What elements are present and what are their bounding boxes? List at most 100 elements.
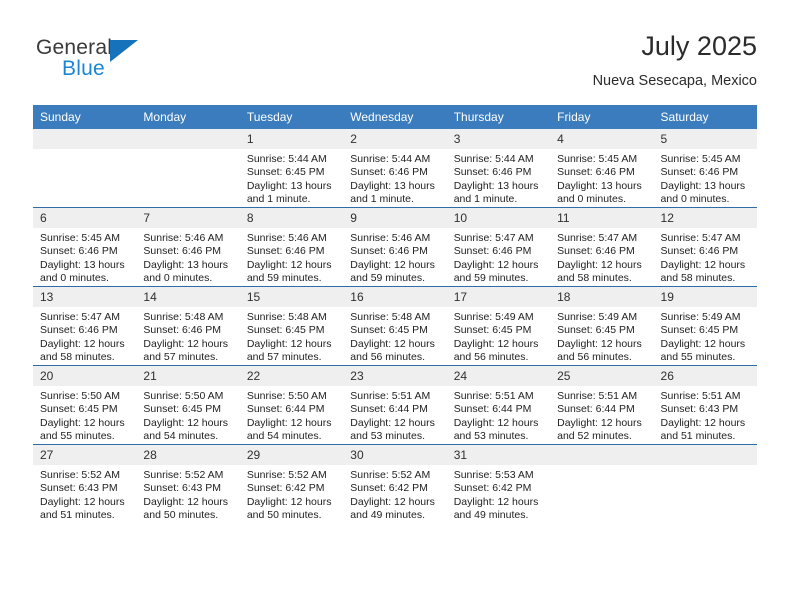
brand-logo[interactable]: General Blue bbox=[36, 36, 236, 84]
day-details: Sunrise: 5:51 AM Sunset: 6:44 PM Daylight:… bbox=[447, 386, 550, 443]
daylight-duration-line1: Daylight: 12 hours bbox=[350, 495, 435, 508]
sunset-time: Sunset: 6:43 PM bbox=[143, 482, 222, 495]
sunset-time: Sunset: 6:46 PM bbox=[350, 245, 428, 258]
day-details: Sunrise: 5:49 AM Sunset: 6:45 PM Daylight:… bbox=[550, 307, 653, 364]
weekday-header-monday: Monday bbox=[136, 105, 240, 129]
sunset-time: Sunset: 6:44 PM bbox=[350, 403, 428, 416]
day-details: Sunrise: 5:44 AM Sunset: 6:46 PM Daylight:… bbox=[447, 149, 550, 206]
calendar-day-cell[interactable]: 9 Sunrise: 5:46 AM Sunset: 6:46 PM Daylight… bbox=[343, 207, 447, 287]
sunrise-time: Sunrise: 5:47 AM bbox=[453, 232, 534, 244]
calendar-day-cell[interactable]: 26 Sunrise: 5:51 AM Sunset: 6:43 PM Dayligh… bbox=[653, 365, 757, 445]
calendar-day-cell[interactable]: 16 Sunrise: 5:48 AM Sunset: 6:45 PM Dayligh… bbox=[343, 286, 447, 366]
calendar-day-cell[interactable]: 28 Sunrise: 5:52 AM Sunset: 6:43 PM Dayligh… bbox=[136, 444, 240, 523]
day-details: Sunrise: 5:51 AM Sunset: 6:44 PM Daylight:… bbox=[550, 386, 653, 443]
day-details: Sunrise: 5:45 AM Sunset: 6:46 PM Daylight:… bbox=[654, 149, 757, 206]
calendar-day-cell[interactable]: 25 Sunrise: 5:51 AM Sunset: 6:44 PM Dayligh… bbox=[550, 365, 654, 445]
daylight-duration-line2: and 55 minutes. bbox=[40, 429, 115, 442]
sunrise-time: Sunrise: 5:52 AM bbox=[40, 469, 120, 481]
daylight-duration-line2: and 0 minutes. bbox=[143, 271, 213, 284]
calendar-day-cell[interactable]: 23 Sunrise: 5:51 AM Sunset: 6:44 PM Dayligh… bbox=[343, 365, 447, 445]
daylight-duration-line2: and 50 minutes. bbox=[143, 508, 219, 521]
sunrise-time: Sunrise: 5:47 AM bbox=[40, 311, 120, 323]
day-number: 12 bbox=[653, 208, 757, 228]
daylight-duration-line1: Daylight: 12 hours bbox=[40, 495, 125, 508]
calendar-day-cell[interactable]: 10 Sunrise: 5:47 AM Sunset: 6:46 PM Dayligh… bbox=[446, 207, 551, 287]
calendar-day-cell[interactable]: 18 Sunrise: 5:49 AM Sunset: 6:45 PM Dayligh… bbox=[550, 286, 654, 366]
calendar-day-cell-empty bbox=[653, 444, 757, 523]
calendar-day-cell[interactable]: 13 Sunrise: 5:47 AM Sunset: 6:46 PM Dayligh… bbox=[33, 286, 137, 366]
day-number: 29 bbox=[239, 445, 344, 465]
day-details: Sunrise: 5:49 AM Sunset: 6:45 PM Daylight:… bbox=[654, 307, 757, 364]
daylight-duration-line2: and 57 minutes. bbox=[246, 350, 322, 363]
sunrise-time: Sunrise: 5:52 AM bbox=[246, 469, 327, 481]
daylight-duration-line2: and 54 minutes. bbox=[246, 429, 322, 442]
day-number: 11 bbox=[550, 208, 654, 228]
daylight-duration-line2: and 53 minutes. bbox=[453, 429, 529, 442]
sunset-time: Sunset: 6:42 PM bbox=[453, 482, 532, 495]
calendar-header-row: Sunday Monday Tuesday Wednesday Thursday Frid… bbox=[33, 105, 757, 129]
calendar-day-cell[interactable]: 3 Sunrise: 5:44 AM Sunset: 6:46 PM Daylight… bbox=[446, 129, 551, 208]
day-number: 19 bbox=[653, 287, 757, 307]
daylight-duration-line2: and 54 minutes. bbox=[143, 429, 219, 442]
day-number: 28 bbox=[136, 445, 240, 465]
calendar-day-cell[interactable]: 24 Sunrise: 5:51 AM Sunset: 6:44 PM Dayligh… bbox=[446, 365, 551, 445]
sunrise-time: Sunrise: 5:45 AM bbox=[40, 232, 120, 244]
day-details: Sunrise: 5:50 AM Sunset: 6:44 PM Daylight:… bbox=[240, 386, 343, 443]
daylight-duration-line2: and 50 minutes. bbox=[246, 508, 322, 521]
sunrise-time: Sunrise: 5:49 AM bbox=[557, 311, 638, 323]
sunrise-time: Sunrise: 5:49 AM bbox=[453, 311, 534, 323]
daylight-duration-line2: and 56 minutes. bbox=[350, 350, 425, 363]
calendar-week-row: 20 Sunrise: 5:50 AM Sunset: 6:45 PM Dayligh… bbox=[33, 365, 757, 445]
brand-triangle-icon bbox=[110, 40, 138, 62]
calendar-day-cell[interactable]: 27 Sunrise: 5:52 AM Sunset: 6:43 PM Dayligh… bbox=[33, 444, 137, 523]
calendar-day-cell[interactable]: 20 Sunrise: 5:50 AM Sunset: 6:45 PM Dayligh… bbox=[33, 365, 137, 445]
calendar-day-cell[interactable]: 17 Sunrise: 5:49 AM Sunset: 6:45 PM Dayligh… bbox=[446, 286, 551, 366]
daylight-duration-line1: Daylight: 13 hours bbox=[40, 258, 125, 271]
calendar-day-cell[interactable]: 21 Sunrise: 5:50 AM Sunset: 6:45 PM Dayligh… bbox=[136, 365, 240, 445]
calendar-day-cell[interactable]: 11 Sunrise: 5:47 AM Sunset: 6:46 PM Dayligh… bbox=[550, 207, 654, 287]
calendar-week-row: 27 Sunrise: 5:52 AM Sunset: 6:43 PM Dayligh… bbox=[33, 444, 757, 523]
daylight-duration-line1: Daylight: 12 hours bbox=[453, 337, 539, 350]
daylight-duration-line1: Daylight: 12 hours bbox=[557, 258, 642, 271]
daylight-duration-line2: and 51 minutes. bbox=[660, 429, 736, 442]
sunrise-time: Sunrise: 5:51 AM bbox=[453, 390, 534, 402]
daylight-duration-line2: and 59 minutes. bbox=[453, 271, 529, 284]
calendar-day-cell[interactable]: 2 Sunrise: 5:44 AM Sunset: 6:46 PM Daylight… bbox=[343, 129, 447, 208]
calendar-day-cell[interactable]: 12 Sunrise: 5:47 AM Sunset: 6:46 PM Dayligh… bbox=[653, 207, 757, 287]
day-details: Sunrise: 5:52 AM Sunset: 6:43 PM Daylight:… bbox=[33, 465, 136, 522]
page-title: July 2025 bbox=[641, 31, 757, 61]
day-details: Sunrise: 5:47 AM Sunset: 6:46 PM Daylight:… bbox=[654, 228, 757, 285]
day-details: Sunrise: 5:51 AM Sunset: 6:44 PM Daylight:… bbox=[343, 386, 446, 443]
calendar-day-cell[interactable]: 6 Sunrise: 5:45 AM Sunset: 6:46 PM Daylight… bbox=[33, 207, 137, 287]
sunset-time: Sunset: 6:45 PM bbox=[246, 166, 325, 179]
page-subtitle: Nueva Sesecapa, Mexico bbox=[592, 73, 757, 89]
calendar-day-cell[interactable]: 19 Sunrise: 5:49 AM Sunset: 6:45 PM Dayligh… bbox=[653, 286, 757, 366]
calendar-day-cell[interactable]: 14 Sunrise: 5:48 AM Sunset: 6:46 PM Dayligh… bbox=[136, 286, 240, 366]
daylight-duration-line2: and 52 minutes. bbox=[557, 429, 632, 442]
daylight-duration-line1: Daylight: 13 hours bbox=[143, 258, 229, 271]
daylight-duration-line1: Daylight: 12 hours bbox=[143, 416, 229, 429]
calendar-day-cell[interactable]: 22 Sunrise: 5:50 AM Sunset: 6:44 PM Dayligh… bbox=[239, 365, 344, 445]
calendar-day-cell[interactable]: 4 Sunrise: 5:45 AM Sunset: 6:46 PM Daylight… bbox=[550, 129, 654, 208]
daylight-duration-line1: Daylight: 12 hours bbox=[40, 337, 125, 350]
calendar-day-cell[interactable]: 8 Sunrise: 5:46 AM Sunset: 6:46 PM Daylight… bbox=[239, 207, 344, 287]
calendar-day-cell[interactable]: 31 Sunrise: 5:53 AM Sunset: 6:42 PM Dayligh… bbox=[446, 444, 551, 523]
calendar-day-cell[interactable]: 30 Sunrise: 5:52 AM Sunset: 6:42 PM Dayligh… bbox=[343, 444, 447, 523]
sunset-time: Sunset: 6:43 PM bbox=[660, 403, 739, 416]
day-number: 15 bbox=[239, 287, 344, 307]
daylight-duration-line2: and 56 minutes. bbox=[557, 350, 632, 363]
calendar-day-cell[interactable]: 1 Sunrise: 5:44 AM Sunset: 6:45 PM Daylight… bbox=[239, 129, 344, 208]
sunset-time: Sunset: 6:46 PM bbox=[557, 166, 635, 179]
calendar-day-cell[interactable]: 29 Sunrise: 5:52 AM Sunset: 6:42 PM Dayligh… bbox=[239, 444, 344, 523]
day-number: 31 bbox=[446, 445, 551, 465]
calendar-week-row: 6 Sunrise: 5:45 AM Sunset: 6:46 PM Daylight… bbox=[33, 207, 757, 287]
calendar-day-cell[interactable]: 7 Sunrise: 5:46 AM Sunset: 6:46 PM Daylight… bbox=[136, 207, 240, 287]
sunrise-time: Sunrise: 5:44 AM bbox=[246, 153, 327, 165]
sunrise-time: Sunrise: 5:46 AM bbox=[143, 232, 224, 244]
calendar-day-cell[interactable]: 15 Sunrise: 5:48 AM Sunset: 6:45 PM Dayligh… bbox=[239, 286, 344, 366]
daylight-duration-line2: and 56 minutes. bbox=[453, 350, 529, 363]
day-number: 30 bbox=[343, 445, 447, 465]
sunset-time: Sunset: 6:45 PM bbox=[557, 324, 635, 337]
calendar-day-cell[interactable]: 5 Sunrise: 5:45 AM Sunset: 6:46 PM Daylight… bbox=[653, 129, 757, 208]
daylight-duration-line1: Daylight: 12 hours bbox=[660, 416, 746, 429]
